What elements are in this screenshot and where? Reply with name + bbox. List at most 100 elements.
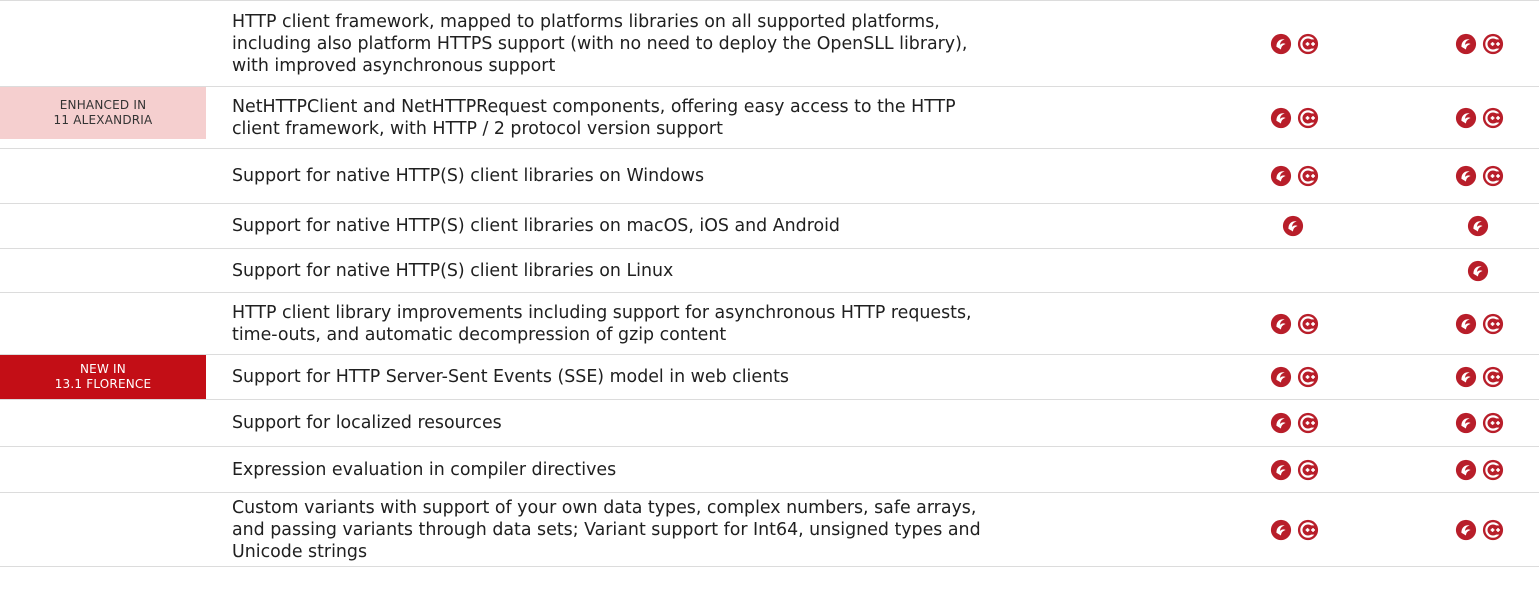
feature-description: HTTP client library improvements includi… [232, 302, 1092, 346]
badge-cell [0, 1, 206, 86]
cpp-builder-icon [1297, 412, 1319, 434]
cpp-builder-icon [1482, 107, 1504, 128]
edition-column-1-icons [1270, 459, 1319, 481]
edition-column-2-icons [1455, 519, 1504, 541]
delphi-icon [1270, 459, 1292, 480]
delphi-icon [1455, 165, 1477, 187]
delphi-icon [1455, 366, 1477, 388]
badge-cell [0, 204, 206, 248]
delphi-icon [1270, 107, 1292, 128]
feature-line: including also platform HTTPS support (w… [232, 33, 968, 54]
feature-description: Support for HTTP Server-Sent Events (SSE… [232, 366, 1092, 388]
cpp-builder-icon [1482, 33, 1504, 54]
edition-column-2-icons [1467, 215, 1489, 237]
delphi-icon [1455, 107, 1477, 128]
feature-line: HTTP client framework, mapped to platfor… [232, 11, 940, 32]
edition-column-2-icons [1455, 366, 1504, 388]
cpp-builder-icon [1482, 412, 1504, 434]
badge-cell [0, 493, 206, 566]
cpp-builder-icon [1297, 33, 1319, 54]
feature-description: Support for localized resources [232, 412, 1092, 434]
edition-column-2-icons [1455, 33, 1504, 55]
delphi-icon [1455, 33, 1477, 54]
table-row: Support for localized resources [0, 400, 1539, 447]
new-in-badge: NEW IN 13.1 FLORENCE [0, 355, 206, 399]
edition-column-2-icons [1455, 313, 1504, 335]
feature-line: and passing variants through data sets; … [232, 519, 981, 540]
edition-column-1-icons [1282, 215, 1304, 237]
table-row: ENHANCED IN 11 ALEXANDRIA NetHTTPClient an… [0, 87, 1539, 149]
badge-cell: ENHANCED IN 11 ALEXANDRIA [0, 87, 206, 148]
badge-cell [0, 400, 206, 446]
cpp-builder-icon [1482, 313, 1504, 334]
edition-column-2-icons [1455, 459, 1504, 481]
feature-description: Custom variants with support of your own… [232, 497, 1092, 563]
badge-cell [0, 249, 206, 292]
feature-line: time-outs, and automatic decompression o… [232, 324, 727, 345]
badge-cell [0, 293, 206, 354]
delphi-icon [1455, 519, 1477, 540]
badge-line: 11 ALEXANDRIA [53, 113, 153, 127]
feature-line: Unicode strings [232, 541, 368, 562]
badge-line: 13.1 FLORENCE [54, 377, 152, 391]
delphi-icon [1455, 459, 1477, 480]
edition-column-2-icons [1455, 107, 1504, 129]
cpp-builder-icon [1297, 519, 1319, 540]
table-row: HTTP client library improvements includi… [0, 293, 1539, 355]
delphi-icon [1467, 215, 1489, 237]
feature-line: with improved asynchronous support [232, 55, 556, 76]
table-row: HTTP client framework, mapped to platfor… [0, 0, 1539, 87]
edition-column-2-icons [1455, 412, 1504, 434]
badge-cell: NEW IN 13.1 FLORENCE [0, 355, 206, 399]
edition-column-1-icons [1270, 165, 1319, 187]
edition-column-1-icons [1270, 519, 1319, 541]
cpp-builder-icon [1482, 366, 1504, 388]
edition-column-2-icons [1455, 165, 1504, 187]
edition-column-1-icons [1270, 33, 1319, 55]
delphi-icon [1270, 366, 1292, 388]
badge-cell [0, 447, 206, 492]
cpp-builder-icon [1297, 107, 1319, 128]
badge-line: NEW IN [80, 362, 126, 376]
feature-line: Expression evaluation in compiler direct… [232, 459, 617, 480]
badge-line: ENHANCED IN [59, 98, 147, 112]
table-row: Custom variants with support of your own… [0, 493, 1539, 567]
cpp-builder-icon [1297, 459, 1319, 480]
feature-line: Support for localized resources [232, 413, 502, 433]
cpp-builder-icon [1297, 165, 1319, 187]
edition-column-2-icons [1467, 260, 1489, 282]
delphi-icon [1455, 412, 1477, 434]
cpp-builder-icon [1297, 366, 1319, 388]
feature-line: HTTP client library improvements includi… [232, 302, 972, 323]
cpp-builder-icon [1482, 459, 1504, 480]
feature-description: Expression evaluation in compiler direct… [232, 459, 1092, 481]
cpp-builder-icon [1482, 519, 1504, 540]
cpp-builder-icon [1482, 165, 1504, 187]
delphi-icon [1455, 313, 1477, 334]
edition-column-1-icons [1270, 107, 1319, 129]
feature-description: NetHTTPClient and NetHTTPRequest compone… [232, 96, 1092, 140]
delphi-icon [1270, 519, 1292, 540]
feature-description: Support for native HTTP(S) client librar… [232, 260, 1092, 282]
feature-line: client framework, with HTTP / 2 protocol… [232, 118, 723, 139]
delphi-icon [1467, 260, 1489, 281]
edition-column-1-icons [1270, 412, 1319, 434]
badge-cell [0, 149, 206, 203]
feature-line: Support for HTTP Server-Sent Events (SSE… [232, 367, 789, 387]
table-row: NEW IN 13.1 FLORENCE Support for HTTP Serv… [0, 355, 1539, 400]
table-row: Expression evaluation in compiler direct… [0, 447, 1539, 493]
edition-column-1-icons [1270, 366, 1319, 388]
feature-description: HTTP client framework, mapped to platfor… [232, 11, 1092, 77]
cpp-builder-icon [1297, 313, 1319, 334]
feature-description: Support for native HTTP(S) client librar… [232, 215, 1092, 237]
feature-line: Support for native HTTP(S) client librar… [232, 260, 674, 281]
delphi-icon [1282, 215, 1304, 237]
feature-line: NetHTTPClient and NetHTTPRequest compone… [232, 96, 956, 117]
table-row: Support for native HTTP(S) client librar… [0, 204, 1539, 249]
delphi-icon [1270, 33, 1292, 54]
delphi-icon [1270, 412, 1292, 434]
feature-description: Support for native HTTP(S) client librar… [232, 165, 1092, 187]
feature-line: Custom variants with support of your own… [232, 497, 977, 518]
table-row: Support for native HTTP(S) client librar… [0, 249, 1539, 293]
delphi-icon [1270, 313, 1292, 334]
